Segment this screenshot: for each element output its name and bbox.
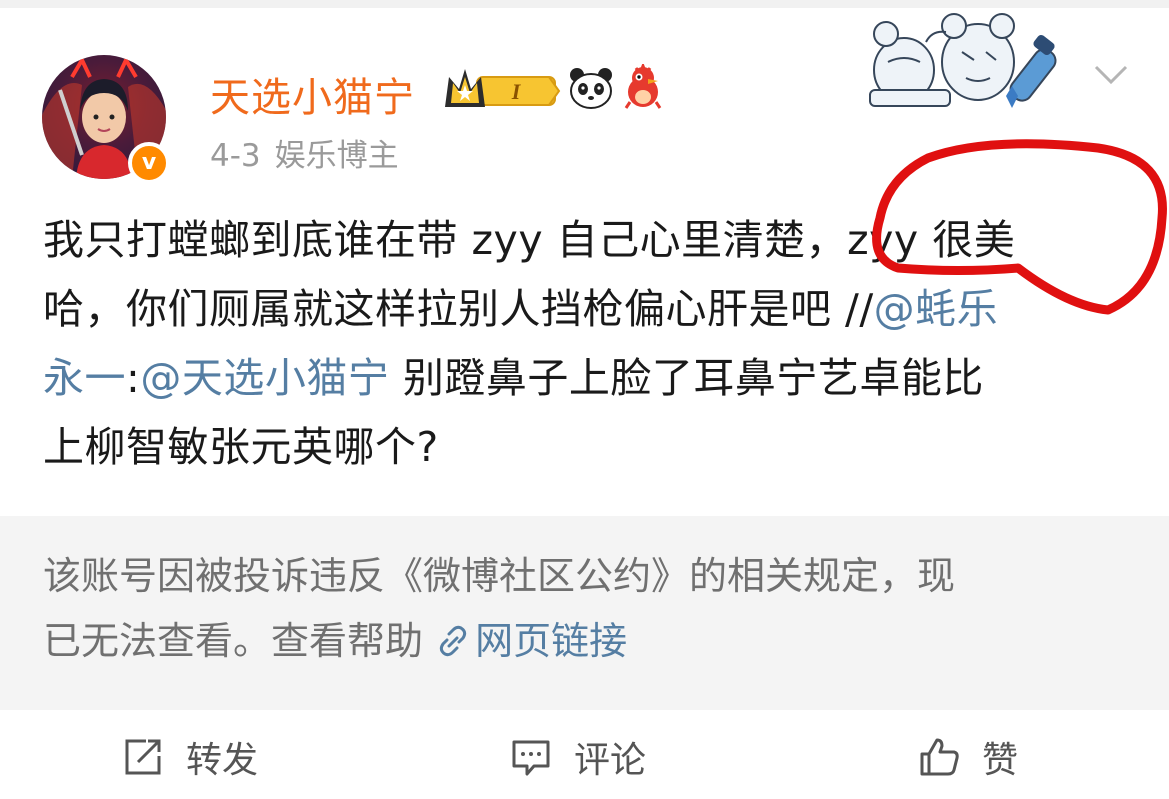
- comment-label: 评论: [574, 740, 647, 781]
- repost-label: 转发: [186, 740, 259, 781]
- post-content: 我只打螳螂到底谁在带 zyy 自己心里清楚，zyy 很美 哈，你们厕属就这样拉别…: [43, 206, 1123, 482]
- verified-badge-icon: v: [128, 142, 170, 184]
- comment-button[interactable]: 评论: [510, 732, 646, 782]
- card-decoration: [869, 13, 1057, 108]
- user-tag: 娱乐博主: [274, 138, 399, 174]
- post-date: 4-3: [210, 138, 261, 174]
- reply-mention-link[interactable]: @天选小猫宁: [140, 354, 389, 402]
- action-bar: 转发 评论 赞: [0, 710, 1169, 799]
- reply-text-1: 别蹬鼻子上脸了耳鼻宁艺卓能比: [389, 354, 984, 402]
- vip-level: I: [511, 79, 522, 104]
- post-text-line-4: 上柳智敏张元英哪个?: [43, 423, 439, 471]
- post-text-line-3: 永一:@天选小猫宁 别蹬鼻子上脸了耳鼻宁艺卓能比: [43, 344, 1123, 413]
- repost-icon: [125, 739, 161, 775]
- post-text-line-2: 哈，你们厕属就这样拉别人挡枪偏心肝是吧 //@蚝乐: [43, 275, 1123, 344]
- notice-line-2-text: 已无法查看。查看帮助: [43, 619, 436, 663]
- username[interactable]: 天选小猫宁: [210, 65, 415, 123]
- web-link[interactable]: 网页链接: [435, 619, 627, 663]
- bird-icon[interactable]: [622, 64, 664, 110]
- post-meta: 4-3 娱乐博主: [210, 130, 399, 175]
- repost-colon: :: [126, 354, 141, 402]
- like-icon: [920, 738, 959, 776]
- web-link-label: 网页链接: [475, 619, 628, 663]
- top-separator: [0, 0, 1169, 8]
- comment-icon: [512, 740, 550, 776]
- repost-mention-link[interactable]: @蚝乐: [874, 285, 999, 333]
- panda-icon[interactable]: [568, 66, 614, 110]
- repost-button[interactable]: 转发: [122, 732, 258, 782]
- notice-panel: 该账号因被投诉违反《微博社区公约》的相关规定，现 已无法查看。查看帮助 网页链接: [0, 516, 1169, 710]
- like-button[interactable]: 赞: [918, 732, 1018, 782]
- link-icon: [440, 625, 467, 657]
- notice-text: 该账号因被投诉违反《微博社区公约》的相关规定，现 已无法查看。查看帮助 网页链接: [43, 544, 1133, 674]
- post-text-line-1: 我只打螳螂到底谁在带 zyy 自己心里清楚，zyy 很美: [43, 216, 1016, 264]
- like-label: 赞: [982, 740, 1019, 781]
- vip-crown-icon[interactable]: I: [443, 67, 561, 111]
- notice-line-2: 已无法查看。查看帮助 网页链接: [43, 609, 1133, 674]
- notice-line-1: 该账号因被投诉违反《微博社区公约》的相关规定，现: [43, 554, 956, 598]
- repost-mention-cont[interactable]: 永一: [43, 354, 126, 402]
- post-text-line-2-body: 哈，你们厕属就这样拉别人挡枪偏心肝是吧 //: [43, 285, 874, 333]
- chevron-down-icon[interactable]: [1094, 64, 1128, 86]
